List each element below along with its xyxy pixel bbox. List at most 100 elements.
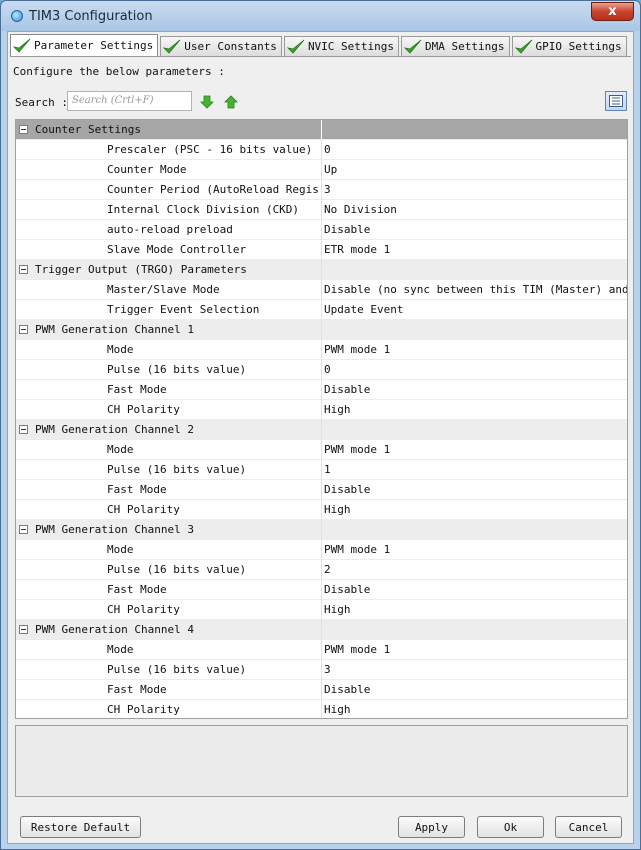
search-label: Search : [15, 96, 68, 109]
parameter-row[interactable]: Counter Mode Up [16, 160, 627, 180]
check-icon [163, 39, 181, 54]
parameter-name: Pulse (16 bits value) [16, 360, 322, 380]
parameter-name: CH Polarity [16, 600, 322, 620]
parameter-name: Counter Period (AutoReload Regis... [16, 180, 322, 200]
group-value-cell [323, 620, 627, 640]
parameter-name: Mode [16, 540, 322, 560]
group-value-cell [323, 420, 627, 440]
group-value-cell [323, 260, 627, 280]
parameter-row[interactable]: Mode PWM mode 1 [16, 440, 627, 460]
parameter-name: Fast Mode [16, 580, 322, 600]
parameter-value[interactable]: High [323, 600, 627, 620]
arrow-up-icon[interactable] [224, 95, 238, 109]
parameter-value[interactable]: High [323, 400, 627, 420]
parameter-row[interactable]: auto-reload preload Disable [16, 220, 627, 240]
apply-button[interactable]: Apply [398, 816, 465, 838]
restore-default-button[interactable]: Restore Default [20, 816, 141, 838]
parameter-row[interactable]: Pulse (16 bits value) 1 [16, 460, 627, 480]
parameter-value[interactable]: High [323, 500, 627, 520]
parameter-value[interactable]: Disable [323, 580, 627, 600]
group-row[interactable]: Counter Settings [16, 120, 627, 140]
parameter-row[interactable]: CH Polarity High [16, 500, 627, 520]
parameter-name: auto-reload preload [16, 220, 322, 240]
parameter-row[interactable]: Pulse (16 bits value) 3 [16, 660, 627, 680]
ok-button[interactable]: Ok [477, 816, 544, 838]
tab-nvic-settings[interactable]: NVIC Settings [283, 36, 400, 56]
parameter-row[interactable]: Fast Mode Disable [16, 680, 627, 700]
parameter-name: Counter Mode [16, 160, 322, 180]
parameter-settings-panel: Configure the below parameters : Search … [10, 56, 631, 797]
check-icon [404, 39, 422, 54]
parameter-row[interactable]: Internal Clock Division (CKD) No Division [16, 200, 627, 220]
tab-label: Parameter Settings [34, 39, 154, 52]
parameter-name: Slave Mode Controller [16, 240, 322, 260]
parameter-row[interactable]: Fast Mode Disable [16, 480, 627, 500]
check-icon [286, 39, 305, 54]
parameter-value[interactable]: PWM mode 1 [323, 440, 627, 460]
parameter-value[interactable]: 2 [323, 560, 627, 580]
parameter-value[interactable]: Update Event [323, 300, 627, 320]
tab-dma-settings[interactable]: DMA Settings [401, 36, 510, 56]
parameter-name: Pulse (16 bits value) [16, 460, 322, 480]
group-row[interactable]: PWM Generation Channel 1 [16, 320, 627, 340]
parameter-row[interactable]: Mode PWM mode 1 [16, 340, 627, 360]
parameter-value[interactable]: Disable (no sync between this TIM (Maste… [323, 280, 627, 300]
parameter-row[interactable]: CH Polarity High [16, 600, 627, 620]
parameter-row[interactable]: Fast Mode Disable [16, 380, 627, 400]
parameter-row[interactable]: Slave Mode Controller ETR mode 1 [16, 240, 627, 260]
arrow-down-icon[interactable] [200, 95, 214, 109]
parameter-value[interactable]: Up [323, 160, 627, 180]
parameter-value[interactable]: Disable [323, 680, 627, 700]
parameter-row[interactable]: Trigger Event Selection Update Event [16, 300, 627, 320]
parameter-row[interactable]: Master/Slave Mode Disable (no sync betwee… [16, 280, 627, 300]
tab-label: DMA Settings [425, 40, 505, 53]
parameter-value[interactable]: 3 [323, 180, 627, 200]
tab-parameter-settings[interactable]: Parameter Settings [10, 34, 159, 56]
parameter-row[interactable]: Mode PWM mode 1 [16, 640, 627, 660]
parameter-value[interactable]: Disable [323, 220, 627, 240]
parameter-row[interactable]: Pulse (16 bits value) 0 [16, 360, 627, 380]
group-row[interactable]: PWM Generation Channel 4 [16, 620, 627, 640]
parameter-value[interactable]: 3 [323, 660, 627, 680]
list-view-toggle[interactable] [605, 91, 627, 111]
tab-user-constants[interactable]: User Constants [160, 36, 282, 56]
title-bar[interactable]: TIM3 Configuration x [1, 1, 640, 31]
search-input[interactable]: Search (Crtl+F) [67, 91, 192, 111]
parameter-value[interactable]: PWM mode 1 [323, 540, 627, 560]
tim3-configuration-window: TIM3 Configuration x Parameter Settings U… [0, 0, 641, 850]
parameter-value[interactable]: Disable [323, 480, 627, 500]
app-icon [11, 10, 23, 22]
group-title: PWM Generation Channel 1 [16, 320, 322, 340]
parameter-value[interactable]: PWM mode 1 [323, 640, 627, 660]
group-row[interactable]: Trigger Output (TRGO) Parameters [16, 260, 627, 280]
parameter-row[interactable]: Mode PWM mode 1 [16, 540, 627, 560]
check-icon [13, 38, 31, 53]
tab-label: User Constants [184, 40, 277, 53]
parameter-name: Pulse (16 bits value) [16, 660, 322, 680]
parameter-name: Trigger Event Selection [16, 300, 322, 320]
group-value-cell [323, 320, 627, 340]
group-row[interactable]: PWM Generation Channel 2 [16, 420, 627, 440]
tab-label: GPIO Settings [535, 40, 622, 53]
parameter-value[interactable]: ETR mode 1 [323, 240, 627, 260]
parameter-value[interactable]: 0 [323, 140, 627, 160]
parameter-row[interactable]: CH Polarity High [16, 400, 627, 420]
parameter-row[interactable]: Fast Mode Disable [16, 580, 627, 600]
parameter-value[interactable]: 0 [323, 360, 627, 380]
parameter-row[interactable]: Prescaler (PSC - 16 bits value) 0 [16, 140, 627, 160]
configure-label: Configure the below parameters : [13, 65, 225, 78]
cancel-button[interactable]: Cancel [555, 816, 622, 838]
parameter-value[interactable]: No Division [323, 200, 627, 220]
parameter-value[interactable]: High [323, 700, 627, 718]
parameter-row[interactable]: Pulse (16 bits value) 2 [16, 560, 627, 580]
group-title: PWM Generation Channel 2 [16, 420, 322, 440]
close-button[interactable]: x [591, 2, 634, 21]
parameter-value[interactable]: PWM mode 1 [323, 340, 627, 360]
parameter-value[interactable]: Disable [323, 380, 627, 400]
group-title: Counter Settings [16, 120, 322, 140]
parameter-value[interactable]: 1 [323, 460, 627, 480]
parameter-row[interactable]: CH Polarity High [16, 700, 627, 718]
group-row[interactable]: PWM Generation Channel 3 [16, 520, 627, 540]
tab-gpio-settings[interactable]: GPIO Settings [511, 36, 627, 56]
parameter-row[interactable]: Counter Period (AutoReload Regis... 3 [16, 180, 627, 200]
